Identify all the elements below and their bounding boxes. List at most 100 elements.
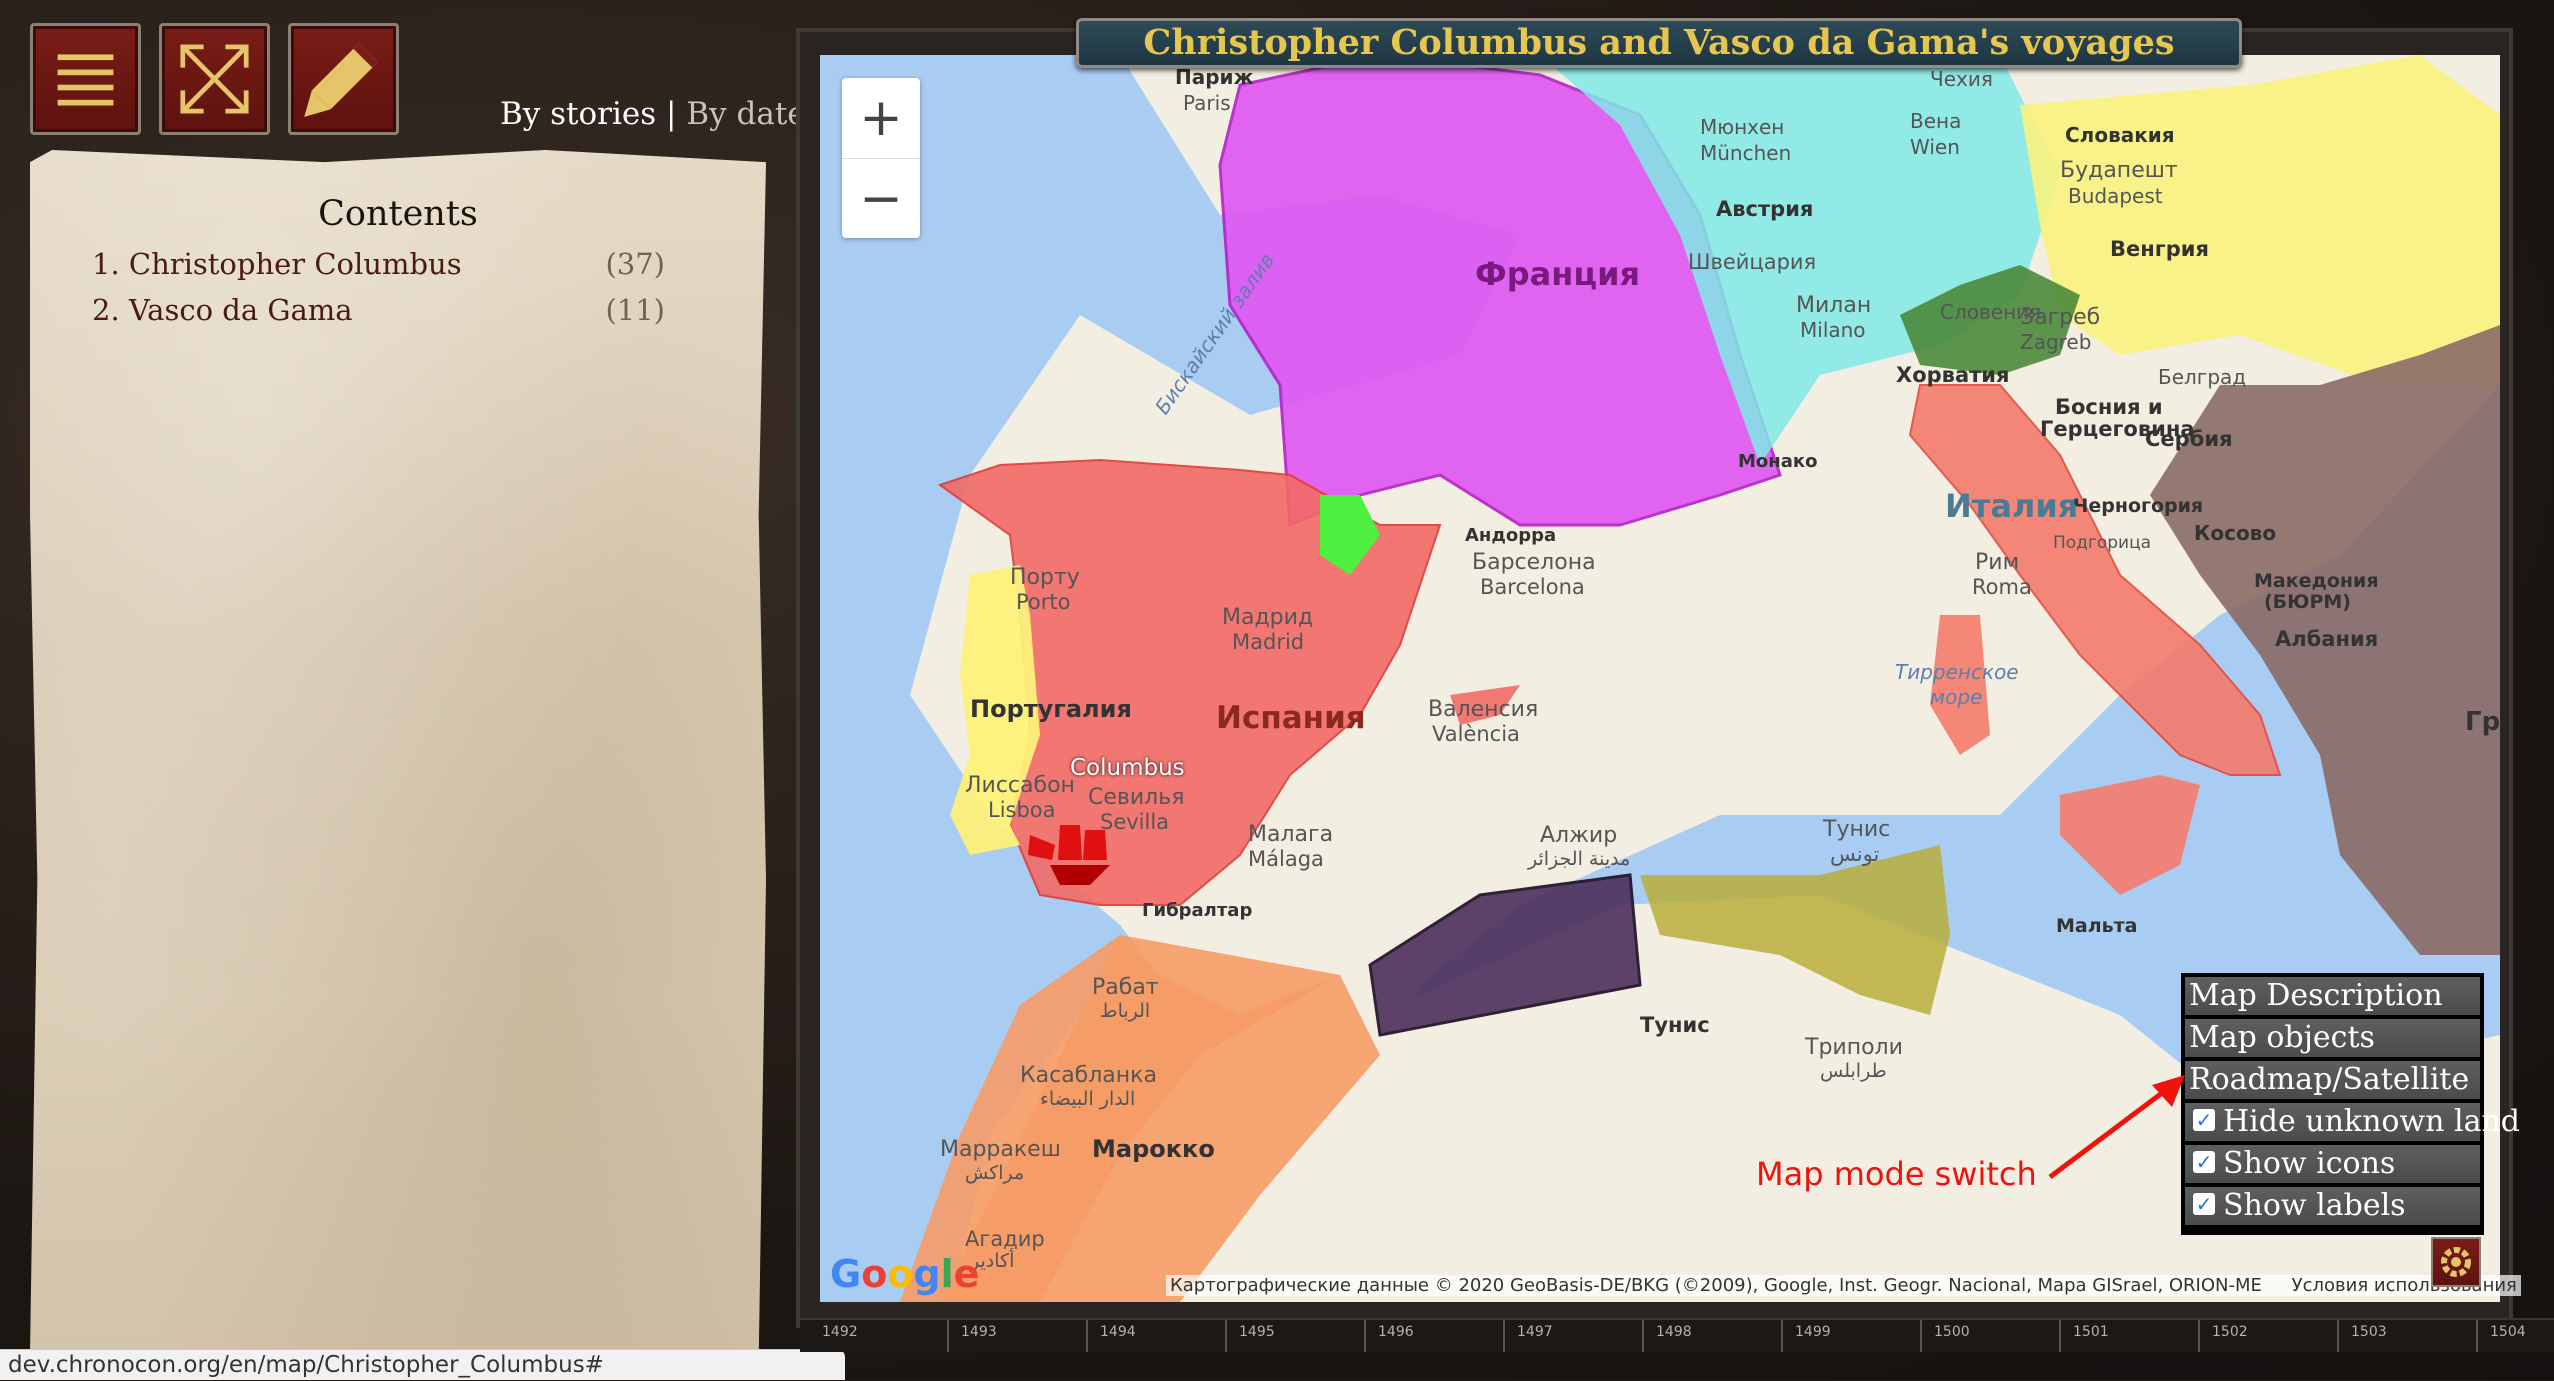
map-label: Мадрид bbox=[1222, 605, 1314, 630]
map-label: Гибралтар bbox=[1142, 900, 1253, 921]
map-label: Сербия bbox=[2145, 427, 2233, 451]
map-label: طرابلس bbox=[1820, 1060, 1887, 1082]
map-label: Madrid bbox=[1232, 630, 1305, 654]
timeline-year[interactable]: 1497 bbox=[1517, 1324, 1553, 1340]
map-label: مدينة الجزائر bbox=[1528, 848, 1631, 870]
map-label: Франция bbox=[1475, 255, 1641, 293]
map-description-item[interactable]: Map Description bbox=[2185, 977, 2480, 1015]
by-stories-link[interactable]: By stories bbox=[500, 96, 656, 132]
toc-item-label[interactable]: 1. Christopher Columbus bbox=[92, 247, 462, 281]
map-label: Порту bbox=[1010, 565, 1080, 590]
map-label: Zagreb bbox=[2020, 330, 2092, 354]
toggle-label: Show icons bbox=[2223, 1146, 2396, 1181]
zoom-control: + − bbox=[842, 78, 920, 238]
map-label: Париж bbox=[1175, 65, 1254, 89]
edit-button[interactable] bbox=[288, 23, 399, 135]
terms-link[interactable]: Условия использования bbox=[2292, 1275, 2517, 1296]
map-label: (БЮРМ) bbox=[2264, 591, 2351, 613]
annotation-text: Map mode switch bbox=[1756, 1155, 2037, 1193]
toggle-label: Hide unknown land bbox=[2223, 1104, 2520, 1139]
map-label: Андорра bbox=[1465, 525, 1557, 546]
timeline-year[interactable]: 1501 bbox=[2073, 1324, 2109, 1340]
timeline-year[interactable]: 1503 bbox=[2351, 1324, 2387, 1340]
map-label: الرباط bbox=[1100, 1000, 1151, 1022]
menu-button[interactable] bbox=[30, 23, 141, 135]
map-label: Тирренское bbox=[1895, 660, 2019, 684]
timeline-year[interactable]: 1494 bbox=[1100, 1324, 1136, 1340]
timeline-year[interactable]: 1498 bbox=[1656, 1324, 1692, 1340]
settings-button[interactable] bbox=[2431, 1237, 2481, 1287]
map-mode-menu: Map Description Map objects Roadmap/Sate… bbox=[2181, 973, 2520, 1235]
timeline-year[interactable]: 1493 bbox=[961, 1324, 997, 1340]
map-attribution: Картографические данные © 2020 GeoBasis-… bbox=[1166, 1275, 2521, 1296]
gear-icon bbox=[2441, 1247, 2471, 1277]
annotation-arrow-icon bbox=[2048, 1075, 2185, 1179]
timeline-year[interactable]: 1496 bbox=[1378, 1324, 1414, 1340]
map-label: Barcelona bbox=[1480, 575, 1585, 599]
toggle-label: Show labels bbox=[2223, 1188, 2406, 1223]
timeline-divider bbox=[1781, 1320, 1783, 1352]
timeline-year[interactable]: 1495 bbox=[1239, 1324, 1275, 1340]
map-label: Македония bbox=[2254, 570, 2379, 592]
contents-panel: Contents 1. Christopher Columbus (37) 2.… bbox=[30, 150, 766, 1365]
map-label: Тунис bbox=[1640, 1013, 1710, 1037]
timeline-divider bbox=[2337, 1320, 2339, 1352]
map-label: Рабат bbox=[1092, 975, 1159, 1000]
show-icons-toggle[interactable]: ✓ Show icons bbox=[2185, 1145, 2480, 1183]
show-labels-toggle[interactable]: ✓ Show labels bbox=[2185, 1187, 2480, 1225]
map-label: Швейцария bbox=[1688, 250, 1817, 274]
timeline-year[interactable]: 1492 bbox=[822, 1324, 858, 1340]
map-label: Босния и bbox=[2055, 395, 2163, 419]
map-label: Малага bbox=[1248, 822, 1334, 847]
ship-label: Columbus bbox=[1070, 755, 1185, 781]
toc-item-da-gama[interactable]: 2. Vasco da Gama (11) bbox=[92, 293, 665, 327]
map-label: Roma bbox=[1972, 575, 2032, 599]
toc-item-count: (37) bbox=[605, 247, 665, 281]
checkbox-checked-icon[interactable]: ✓ bbox=[2193, 1193, 2215, 1215]
map-label: Агадир bbox=[965, 1227, 1045, 1251]
hamburger-icon bbox=[57, 54, 114, 106]
map-label: Málaga bbox=[1248, 847, 1324, 871]
map-label: Paris bbox=[1183, 91, 1231, 115]
timeline-year[interactable]: 1502 bbox=[2212, 1324, 2248, 1340]
map-label: València bbox=[1432, 722, 1520, 746]
map-label: Хорватия bbox=[1896, 363, 2010, 387]
contents-title: Contents bbox=[318, 194, 478, 234]
map-label: Марокко bbox=[1092, 1135, 1215, 1163]
map-label: Milano bbox=[1800, 318, 1866, 342]
map-label: München bbox=[1700, 141, 1792, 165]
map-label: Тунис bbox=[1823, 817, 1891, 842]
toc-item-count: (11) bbox=[605, 293, 665, 327]
timeline-year[interactable]: 1504 bbox=[2490, 1324, 2526, 1340]
timeline-divider bbox=[947, 1320, 949, 1352]
map-label: Касабланка bbox=[1020, 1063, 1157, 1088]
map-label: Барселона bbox=[1472, 550, 1596, 575]
map-label: Валенсия bbox=[1428, 697, 1539, 722]
timeline-divider bbox=[1503, 1320, 1505, 1352]
map-label: Будапешт bbox=[2060, 158, 2178, 183]
map-label: Мюнхен bbox=[1700, 115, 1785, 139]
timeline-year[interactable]: 1499 bbox=[1795, 1324, 1831, 1340]
fullscreen-button[interactable] bbox=[159, 23, 270, 135]
timeline[interactable]: 1492 1493 1494 1495 1496 1497 1498 1499 1500 1501… bbox=[800, 1318, 2554, 1352]
zoom-in-button[interactable]: + bbox=[842, 78, 920, 158]
attribution-text: Картографические данные © 2020 GeoBasis-… bbox=[1170, 1275, 2262, 1296]
zoom-out-button[interactable]: − bbox=[842, 159, 920, 239]
map-label: Австрия bbox=[1716, 197, 1814, 221]
map-objects-item[interactable]: Map objects bbox=[2185, 1019, 2480, 1057]
toc-item-columbus[interactable]: 1. Christopher Columbus (37) bbox=[92, 247, 665, 281]
timeline-divider bbox=[2059, 1320, 2061, 1352]
hide-unknown-land-toggle[interactable]: ✓ Hide unknown land bbox=[2185, 1103, 2520, 1141]
map-label: Белград bbox=[2158, 365, 2247, 389]
map-label: Милан bbox=[1796, 293, 1872, 318]
map-label: Рим bbox=[1975, 550, 2020, 575]
roadmap-satellite-item[interactable]: Roadmap/Satellite bbox=[2185, 1061, 2480, 1099]
map-label: Загреб bbox=[2020, 305, 2101, 330]
map-label: Wien bbox=[1910, 135, 1960, 159]
map-label: Lisboa bbox=[988, 798, 1056, 822]
timeline-year[interactable]: 1500 bbox=[1934, 1324, 1970, 1340]
timeline-divider bbox=[1920, 1320, 1922, 1352]
map-label: Триполи bbox=[1805, 1035, 1903, 1060]
map-title: Christopher Columbus and Vasco da Gama's… bbox=[1076, 18, 2242, 68]
toc-item-label[interactable]: 2. Vasco da Gama bbox=[92, 293, 353, 327]
